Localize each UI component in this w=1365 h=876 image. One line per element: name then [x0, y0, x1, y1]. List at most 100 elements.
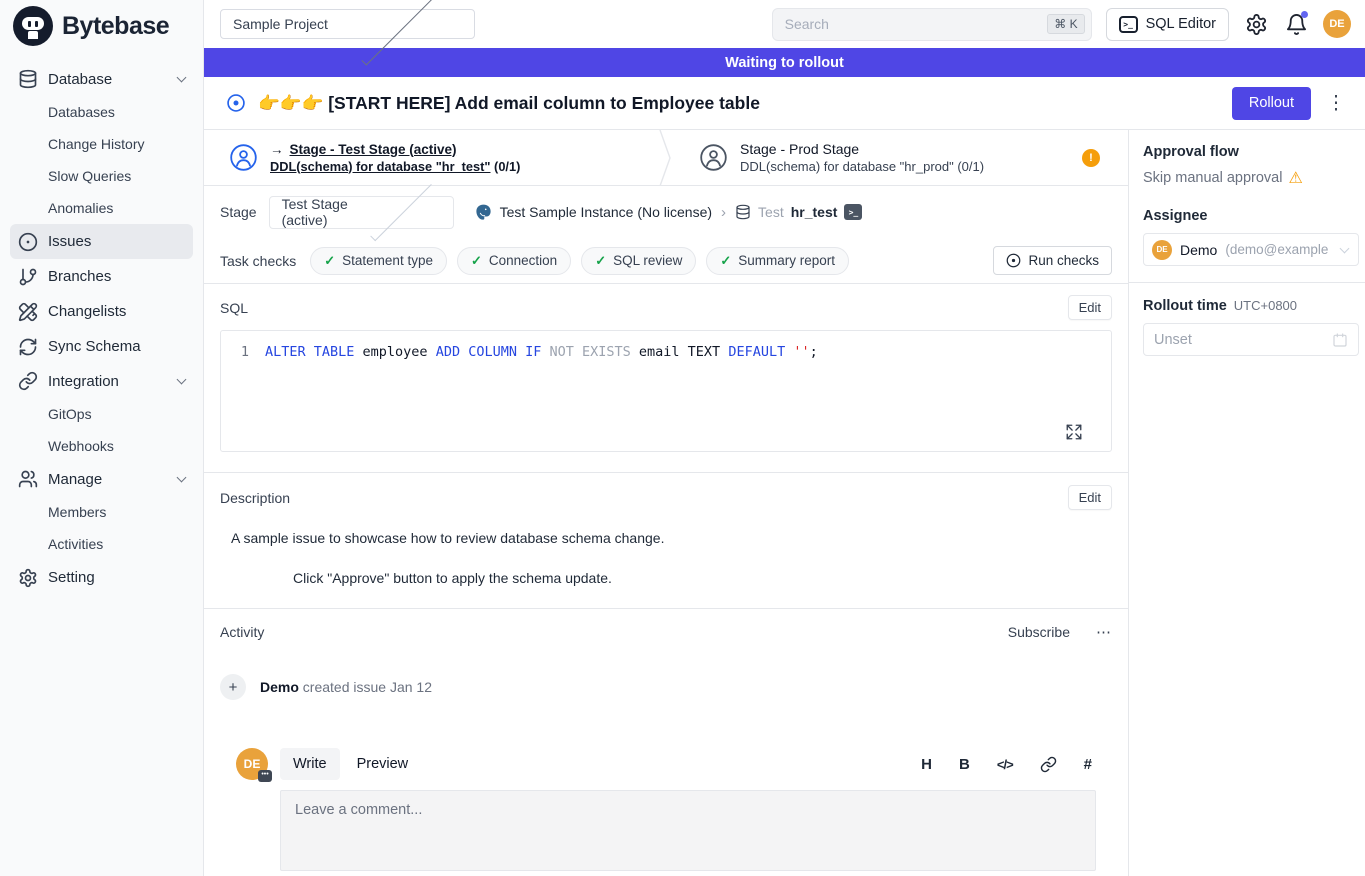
sql-edit-button[interactable]: Edit: [1068, 295, 1112, 320]
hash-icon[interactable]: #: [1084, 756, 1092, 773]
link-icon: [18, 371, 38, 391]
approval-flow-label: Approval flow: [1143, 144, 1365, 160]
sidebar-item-change-history[interactable]: Change History: [10, 128, 193, 160]
rollout-time-input[interactable]: Unset: [1143, 323, 1359, 356]
gear-icon: [1245, 13, 1268, 36]
sidebar-item-branches[interactable]: Branches: [10, 259, 193, 294]
settings-button[interactable]: [1243, 11, 1269, 37]
run-icon: [1006, 253, 1021, 268]
notifications-button[interactable]: [1283, 11, 1309, 37]
more-menu[interactable]: ⋯: [1096, 623, 1112, 641]
assignee-avatar: DE: [1152, 240, 1172, 260]
bytebase-logo[interactable]: Bytebase: [0, 0, 203, 52]
stage-cards: →Stage - Test Stage (active) DDL(schema)…: [204, 130, 1128, 186]
stage-select[interactable]: Test Stage (active): [269, 196, 454, 229]
warning-badge: !: [1082, 149, 1100, 167]
sync-icon: [18, 337, 38, 357]
sidebar-item-manage[interactable]: Manage: [10, 462, 193, 496]
issue-sidebar: Approval flow Skip manual approval ⚠ Ass…: [1128, 130, 1365, 876]
check-badge-sql-review[interactable]: ✓SQL review: [581, 247, 696, 275]
gear-icon: [18, 568, 38, 588]
sidebar-item-activities[interactable]: Activities: [10, 528, 193, 560]
sidebar-item-gitops[interactable]: GitOps: [10, 398, 193, 430]
approval-flow-value: Skip manual approval: [1143, 170, 1282, 186]
assignee-email: (demo@example: [1225, 242, 1333, 257]
project-select[interactable]: Sample Project: [220, 9, 475, 39]
tab-write[interactable]: Write: [280, 748, 340, 780]
database-link[interactable]: hr_test: [791, 204, 838, 220]
rollout-button[interactable]: Rollout: [1232, 87, 1311, 120]
database-breadcrumb: Test Sample Instance (No license) › Test…: [474, 203, 863, 222]
sidebar-item-slow-queries[interactable]: Slow Queries: [10, 160, 193, 192]
description-edit-button[interactable]: Edit: [1068, 485, 1112, 510]
environment-label: Test: [758, 204, 784, 220]
sql-section: SQL Edit 1ALTER TABLE employee ADD COLUM…: [204, 284, 1128, 452]
open-sql-editor-icon[interactable]: >_: [844, 204, 862, 220]
activity-section: Activity Subscribe ⋯ + Demo created issu…: [204, 608, 1128, 876]
plus-icon: +: [220, 674, 246, 700]
stage-separator: [658, 130, 674, 185]
check-badge-connection[interactable]: ✓Connection: [457, 247, 571, 275]
assignee-label: Assignee: [1143, 208, 1365, 224]
tab-preview[interactable]: Preview: [344, 748, 422, 780]
stage-selector-bar: Stage Test Stage (active) Test Sample In…: [204, 186, 1128, 238]
user-avatar[interactable]: DE: [1323, 10, 1351, 38]
kebab-menu[interactable]: ⋮: [1323, 92, 1349, 115]
postgresql-icon: [474, 203, 493, 222]
sidebar-item-webhooks[interactable]: Webhooks: [10, 430, 193, 462]
brand-name: Bytebase: [62, 12, 169, 41]
instance-link[interactable]: Test Sample Instance (No license): [500, 204, 712, 220]
sidebar-item-members[interactable]: Members: [10, 496, 193, 528]
check-icon: ✓: [720, 253, 731, 269]
stage-card-test[interactable]: →Stage - Test Stage (active) DDL(schema)…: [204, 130, 658, 185]
sidebar-item-integration[interactable]: Integration: [10, 364, 193, 398]
sidebar-item-setting[interactable]: Setting: [10, 560, 193, 595]
chevron-down-icon: [177, 375, 187, 385]
sql-editor-button[interactable]: >_ SQL Editor: [1106, 8, 1229, 41]
users-icon: [18, 469, 38, 489]
sql-editor: 1ALTER TABLE employee ADD COLUMN IF NOT …: [220, 330, 1112, 452]
task-checks-row: Task checks ✓Statement type ✓Connection …: [204, 238, 1128, 284]
git-branch-icon: [18, 267, 38, 287]
stage-card-prod[interactable]: Stage - Prod Stage DDL(schema) for datab…: [674, 130, 1128, 185]
expand-icon[interactable]: [1065, 423, 1083, 441]
heading-icon[interactable]: H: [921, 756, 932, 773]
database-icon: [18, 69, 38, 89]
terminal-icon: >_: [1119, 16, 1138, 33]
issue-open-icon: [226, 93, 246, 113]
sidebar-item-databases[interactable]: Databases: [10, 96, 193, 128]
assignee-select[interactable]: DE Demo (demo@example: [1143, 233, 1359, 266]
description-line2: Click "Approve" button to apply the sche…: [220, 570, 1112, 586]
chevron-down-icon: [177, 73, 187, 83]
notification-dot: [1301, 11, 1308, 18]
bytebase-logo-icon: [13, 6, 53, 46]
sidebar-item-anomalies[interactable]: Anomalies: [10, 192, 193, 224]
check-icon: ✓: [595, 253, 606, 269]
person-icon: [700, 144, 727, 171]
activity-item: + Demo created issue Jan 12: [220, 674, 1112, 700]
search-input[interactable]: [785, 16, 1048, 32]
sidebar-item-sync-schema[interactable]: Sync Schema: [10, 329, 193, 364]
rollout-timezone: UTC+0800: [1234, 298, 1297, 313]
comment-input[interactable]: [280, 790, 1096, 871]
check-badge-summary-report[interactable]: ✓Summary report: [706, 247, 849, 275]
description-section: Description Edit A sample issue to showc…: [204, 472, 1128, 586]
pencil-ruler-icon: [18, 302, 38, 322]
bold-icon[interactable]: B: [959, 756, 970, 773]
sidebar-item-changelists[interactable]: Changelists: [10, 294, 193, 329]
check-icon: ✓: [324, 253, 335, 269]
description-line1: A sample issue to showcase how to review…: [220, 530, 1112, 546]
top-bar: Sample Project ⌘ K >_ SQL Editor DE: [204, 0, 1365, 48]
subscribe-button[interactable]: Subscribe: [1008, 624, 1070, 640]
chevron-down-icon: [177, 473, 187, 483]
sidebar-item-database[interactable]: Database: [10, 62, 193, 96]
link-icon[interactable]: [1040, 756, 1057, 773]
warning-icon: ⚠: [1288, 168, 1302, 188]
comment-editor: DE ••• Write Preview H B </>: [220, 748, 1112, 876]
sidebar-item-issues[interactable]: Issues: [10, 224, 193, 259]
speech-bubble-icon: •••: [258, 770, 272, 782]
run-checks-button[interactable]: Run checks: [993, 246, 1112, 275]
main-content: →Stage - Test Stage (active) DDL(schema)…: [204, 130, 1128, 876]
code-icon[interactable]: </>: [997, 757, 1013, 772]
check-badge-statement-type[interactable]: ✓Statement type: [310, 247, 447, 275]
